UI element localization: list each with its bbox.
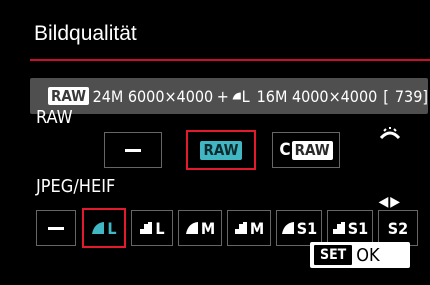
shots-close-bracket: ] [422, 86, 428, 106]
fine-quality-icon [281, 222, 294, 234]
craw-option-label: C RAW [279, 140, 333, 160]
main-dial-icon [379, 127, 401, 140]
ok-label: OK [356, 244, 380, 266]
jpeg-size-label: M [200, 218, 216, 238]
jpeg-option-l-fine[interactable]: L [82, 208, 126, 248]
normal-quality-icon [234, 222, 247, 234]
set-button-label: SET [314, 245, 353, 265]
jpeg-size-label: L [107, 218, 117, 238]
normal-quality-icon [332, 222, 345, 234]
set-ok-button[interactable]: SET OK [310, 242, 410, 268]
raw-option-label: RAW [200, 140, 242, 160]
jpeg-option-l-normal[interactable]: L [131, 210, 173, 246]
jpeg-size-label: M [249, 218, 265, 238]
shots-remaining: 739 [394, 86, 423, 106]
title-divider [30, 59, 430, 61]
jpeg-section-label: JPEG/HEIF [36, 176, 116, 197]
jpeg-size-label: S1 [347, 218, 369, 238]
jpeg-size-text: 16M 4000×4000 [256, 86, 378, 106]
quality-summary-bar: RAW 24M 6000×4000 + L 16M 4000×4000 [ 73… [30, 78, 428, 114]
camera-menu-screen: Bildqualität RAW 24M 6000×4000 + L 16M 4… [14, 12, 430, 280]
jpeg-size-label: S2 [387, 218, 409, 238]
raw-section-label: RAW [36, 107, 73, 128]
off-dash-icon [125, 148, 141, 152]
normal-quality-icon [140, 222, 153, 234]
jpeg-option-s1-normal[interactable]: S1 [327, 210, 373, 246]
page-title: Bildqualität [34, 22, 137, 45]
fine-quality-icon [92, 222, 105, 234]
raw-option-raw[interactable]: RAW [186, 130, 256, 170]
shots-open-bracket: [ [383, 86, 389, 106]
jpeg-option-m-fine[interactable]: M [178, 210, 222, 246]
jpeg-size-label: L [155, 218, 165, 238]
craw-raw-badge: RAW [291, 140, 333, 160]
jpeg-size-letter: L [241, 86, 250, 106]
jpeg-size-label: S1 [296, 218, 318, 238]
off-dash-icon [48, 226, 64, 230]
left-right-arrows-icon: ◀▶ [378, 194, 402, 210]
fine-quality-icon [185, 222, 198, 234]
raw-option-craw[interactable]: C RAW [272, 132, 340, 168]
jpeg-option-s1-fine[interactable]: S1 [276, 210, 322, 246]
raw-badge: RAW [48, 87, 90, 105]
jpeg-option-m-normal[interactable]: M [227, 210, 271, 246]
jpeg-fine-icon [232, 92, 242, 100]
jpeg-option-s2[interactable]: S2 [378, 210, 418, 246]
jpeg-option-off[interactable] [36, 210, 76, 246]
raw-size-text: 24M 6000×4000 [92, 86, 214, 106]
raw-option-off[interactable] [104, 132, 162, 168]
plus-sign: + [216, 86, 229, 106]
summary-row: RAW 24M 6000×4000 + L 16M 4000×4000 [ 73… [30, 78, 428, 114]
craw-c-letter: C [279, 140, 291, 160]
